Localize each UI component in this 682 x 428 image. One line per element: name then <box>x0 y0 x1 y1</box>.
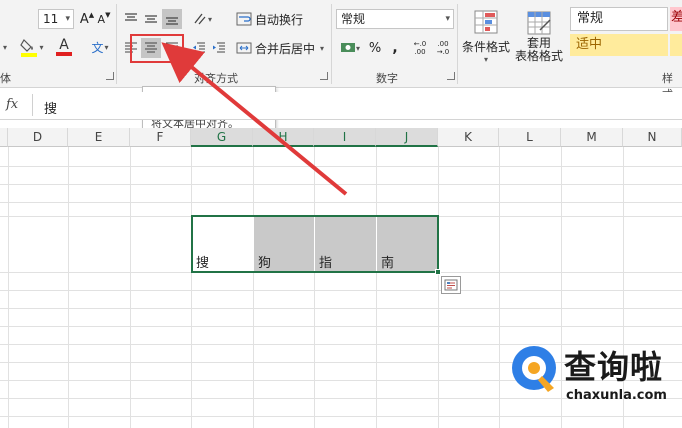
watermark-name: 查询啦 <box>564 348 664 386</box>
watermark-logo: 查询啦 chaxunla.com <box>508 340 678 412</box>
watermark-url: chaxunla.com <box>566 388 667 403</box>
magnifier-logo-icon <box>512 346 556 392</box>
